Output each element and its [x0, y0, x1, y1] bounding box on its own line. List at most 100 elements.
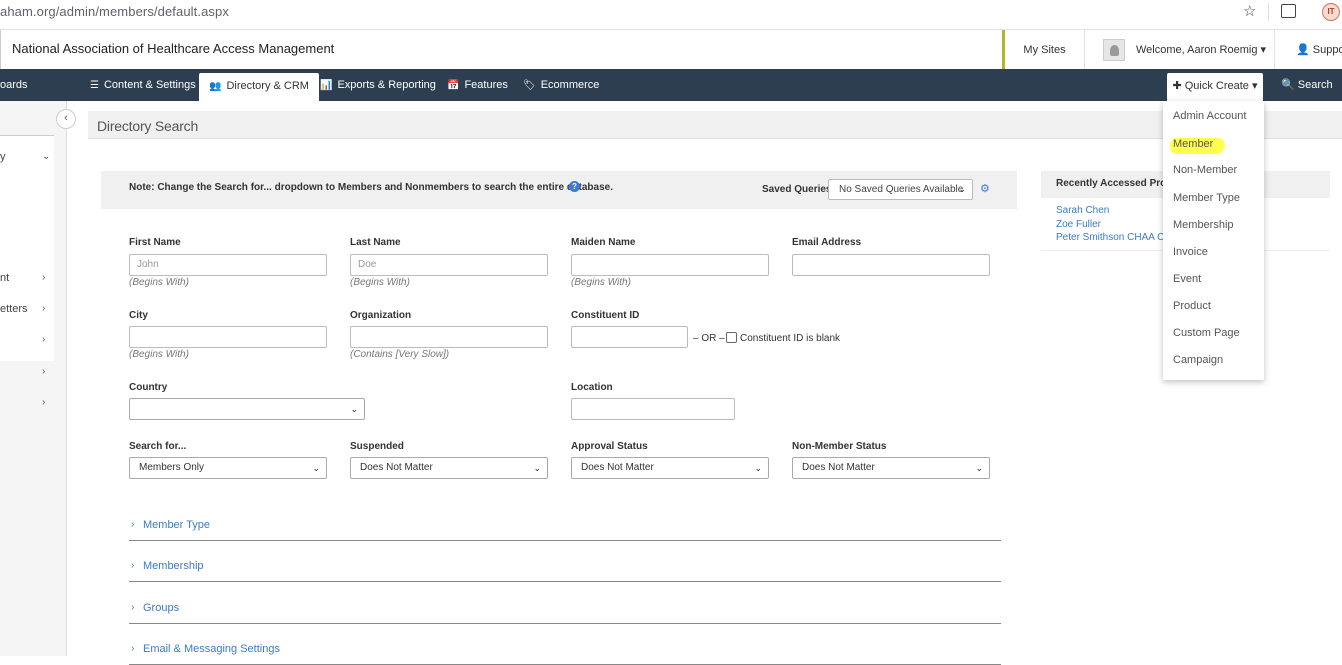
nav-ecommerce[interactable]: 🏷 Ecommerce: [523, 69, 599, 101]
support-label: Support: [1312, 44, 1342, 56]
suspended-label: Suspended: [350, 441, 404, 452]
chevron-left-icon: ‹: [64, 112, 68, 124]
sidebar-item-label: etters: [0, 303, 28, 315]
maiden-name-input[interactable]: [571, 254, 769, 276]
nav-search[interactable]: 🔍 Search: [1281, 69, 1333, 101]
collapse-sidebar-button[interactable]: ‹: [56, 109, 76, 129]
menu-item-invoice[interactable]: Invoice: [1173, 246, 1208, 258]
chevron-right-icon: ›: [131, 519, 135, 530]
nav-content-settings[interactable]: ☰ Content & Settings: [90, 69, 196, 101]
organization-input[interactable]: [350, 326, 548, 348]
suspended-select[interactable]: Does Not Matter ⌄: [350, 457, 548, 479]
location-input[interactable]: [571, 398, 735, 420]
sidebar-item-label: y: [0, 151, 6, 163]
chevron-right-icon: ›: [42, 272, 46, 283]
approval-status-select[interactable]: Does Not Matter ⌄: [571, 457, 769, 479]
recent-profile-link[interactable]: Peter Smithson CHAA CH: [1056, 232, 1172, 243]
nav-dashboards-label: oards: [0, 79, 28, 91]
org-name[interactable]: National Association of Healthcare Acces…: [0, 30, 334, 70]
tag-icon: 🏷: [523, 80, 536, 91]
email-input[interactable]: [792, 254, 990, 276]
last-name-hint: (Begins With): [350, 277, 410, 288]
saved-queries-value: No Saved Queries Available: [839, 184, 964, 195]
first-name-input[interactable]: John: [129, 254, 327, 276]
nav-features[interactable]: 📅 Features: [447, 69, 508, 101]
menu-item-event[interactable]: Event: [1173, 273, 1201, 285]
chevron-right-icon: ›: [42, 397, 46, 408]
chevron-down-icon: ⌄: [312, 463, 320, 473]
saved-queries-select[interactable]: No Saved Queries Available ⌄: [828, 179, 973, 200]
city-hint: (Begins With): [129, 349, 189, 360]
user-icon: 👤: [1296, 44, 1310, 56]
main-navbar: oards ☰ Content & Settings 👥 Directory & C…: [0, 69, 1342, 101]
welcome-text: Welcome, Aaron Roemig: [1136, 44, 1258, 56]
tab-search-icon[interactable]: [1281, 4, 1296, 18]
menu-item-product[interactable]: Product: [1173, 300, 1211, 312]
city-input[interactable]: [129, 326, 327, 348]
menu-item-member[interactable]: Member: [1173, 138, 1213, 150]
first-name-label: First Name: [129, 237, 181, 248]
organization-label: Organization: [350, 310, 412, 321]
menu-item-non-member[interactable]: Non-Member: [1173, 164, 1237, 176]
email-label: Email Address: [792, 237, 862, 248]
non-member-status-select[interactable]: Does Not Matter ⌄: [792, 457, 990, 479]
bookmark-star-icon[interactable]: ☆: [1243, 2, 1256, 20]
nav-ecommerce-label: Ecommerce: [540, 79, 600, 91]
section-membership[interactable]: › Membership: [129, 554, 1001, 582]
chevron-right-icon: ›: [131, 643, 135, 654]
help-icon[interactable]: ?: [569, 181, 580, 192]
non-member-status-label: Non-Member Status: [792, 441, 887, 452]
search-for-select[interactable]: Members Only ⌄: [129, 457, 327, 479]
calendar-icon: 📅: [447, 80, 460, 91]
menu-item-member-type[interactable]: Member Type: [1173, 192, 1240, 204]
search-for-value: Members Only: [139, 462, 205, 473]
nav-exports-reporting-label: Exports & Reporting: [337, 79, 436, 91]
caret-down-icon: ▾: [1252, 80, 1258, 92]
section-groups[interactable]: › Groups: [129, 596, 1001, 624]
last-name-input[interactable]: Doe: [350, 254, 548, 276]
non-member-status-value: Does Not Matter: [802, 462, 875, 473]
chevron-down-icon: ⌄: [533, 463, 541, 473]
constituent-id-input[interactable]: [571, 326, 688, 348]
bar-chart-icon: 📊: [320, 80, 333, 91]
nav-features-label: Features: [464, 79, 508, 91]
nav-content-settings-label: Content & Settings: [103, 79, 196, 91]
menu-item-custom-page[interactable]: Custom Page: [1173, 327, 1240, 339]
chevron-right-icon: ›: [42, 303, 46, 314]
search-for-label: Search for...: [129, 441, 187, 452]
menu-item-admin-account[interactable]: Admin Account: [1173, 110, 1246, 122]
users-icon: 👥: [209, 81, 222, 92]
recent-profile-link[interactable]: Sarah Chen: [1056, 205, 1109, 216]
recent-profile-link[interactable]: Zoe Fuller: [1056, 219, 1101, 230]
menu-item-membership[interactable]: Membership: [1173, 219, 1234, 231]
city-label: City: [129, 310, 148, 321]
section-member-type[interactable]: › Member Type: [129, 513, 1001, 541]
address-bar[interactable]: aham.org/admin/members/default.aspx: [0, 4, 229, 19]
country-select[interactable]: ⌄: [129, 398, 365, 420]
chevron-right-icon: ›: [42, 334, 46, 345]
nav-dashboards[interactable]: oards: [0, 69, 28, 101]
last-name-label: Last Name: [350, 237, 401, 248]
section-email-messaging[interactable]: › Email & Messaging Settings: [129, 637, 1001, 665]
sidebar-item-label: nt: [0, 272, 10, 284]
constituent-id-blank-checkbox[interactable]: [726, 332, 737, 343]
nav-exports-reporting[interactable]: 📊 Exports & Reporting: [320, 69, 436, 101]
profile-avatar[interactable]: IT: [1322, 3, 1340, 21]
user-menu[interactable]: Welcome, Aaron Roemig ▾: [1085, 30, 1275, 70]
chevron-down-icon: ⌄: [958, 184, 966, 194]
list-icon: ☰: [90, 80, 99, 91]
search-note-bar: Note: Change the Search for... dropdown …: [101, 171, 1017, 209]
quick-create-button[interactable]: ✚ Quick Create ▾: [1167, 73, 1263, 101]
maiden-name-label: Maiden Name: [571, 237, 636, 248]
menu-item-campaign[interactable]: Campaign: [1173, 354, 1223, 366]
my-sites-link[interactable]: My Sites: [1005, 30, 1085, 70]
section-label: Email & Messaging Settings: [143, 643, 280, 655]
site-header: National Association of Healthcare Acces…: [0, 29, 1342, 70]
chevron-down-icon: ⌄: [975, 463, 983, 473]
nav-search-label: Search: [1297, 79, 1333, 91]
browser-toolbar: aham.org/admin/members/default.aspx ☆ IT: [0, 0, 1342, 24]
gear-icon[interactable]: ⚙: [980, 182, 990, 195]
chevron-right-icon: ›: [131, 602, 135, 613]
support-link[interactable]: 👤 Support: [1296, 43, 1342, 56]
nav-directory-crm[interactable]: 👥 Directory & CRM: [199, 73, 319, 101]
